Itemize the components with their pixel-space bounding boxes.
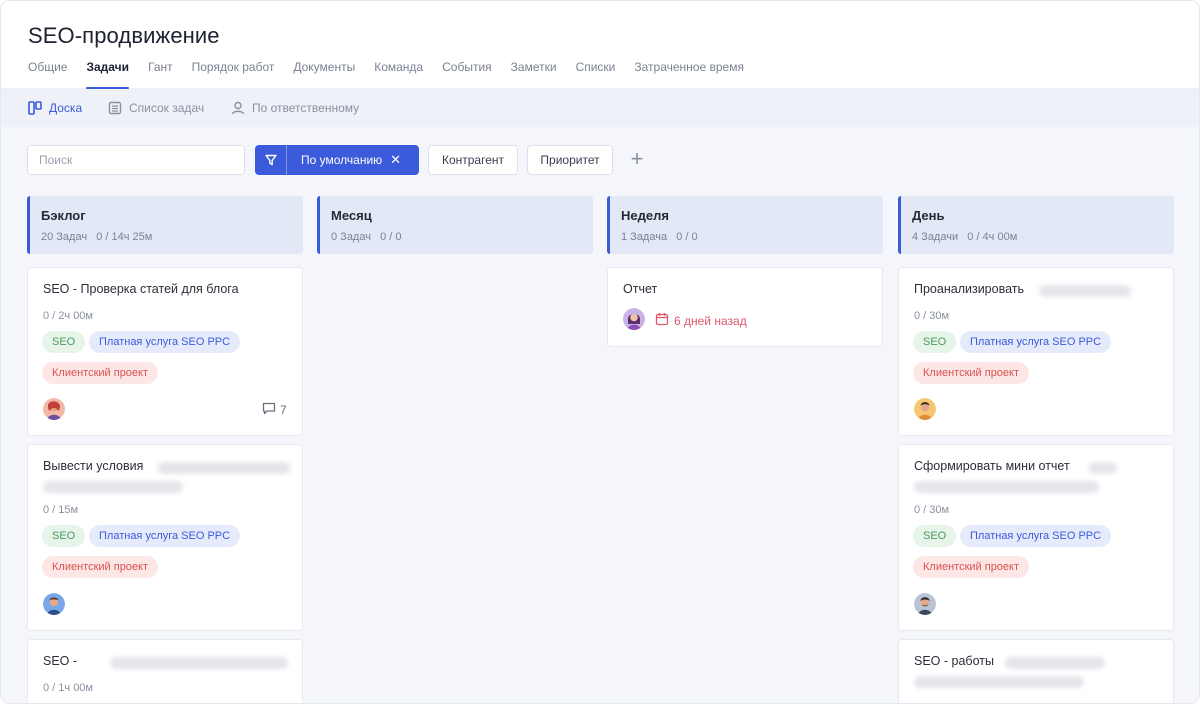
tab-time-spent[interactable]: Затраченное время (634, 57, 744, 89)
due-date-label: 6 дней назад (674, 313, 747, 328)
task-title: SEO - работы (914, 654, 994, 668)
task-title: Проанализировать (914, 282, 1025, 296)
task-time: 0 / 1ч 00м (43, 682, 93, 694)
tag-paid-service: Платная услуга SEO PPC (960, 525, 1112, 547)
comment-count[interactable]: 7 (262, 402, 287, 418)
tab-tasks[interactable]: Задачи (86, 57, 129, 89)
task-title: Сформировать мини отчет (914, 459, 1070, 473)
blurred-text (110, 657, 288, 669)
view-board-label: Доска (49, 101, 83, 115)
comment-icon (262, 402, 276, 418)
tag-paid-service: Платная услуга SEO PPC (89, 331, 241, 353)
plus-icon[interactable]: + (626, 148, 648, 171)
task-card[interactable]: SEO - 0 / 1ч 00м (27, 639, 303, 703)
column-header-backlog[interactable]: Бэклог 20 Задач 0 / 14ч 25м (27, 196, 303, 254)
blurred-text (158, 462, 290, 474)
task-card[interactable]: Сформировать мини отчет 0 / 30м SEO Плат… (898, 444, 1174, 631)
filter-icon (255, 145, 287, 175)
default-filter-label: По умолчанию (301, 153, 383, 167)
column-stats: 0 Задач 0 / 0 (331, 231, 402, 243)
column-stats: 20 Задач 0 / 14ч 25м (41, 231, 153, 243)
blurred-text (1005, 657, 1105, 669)
task-time: 0 / 30м (914, 310, 950, 322)
task-time: 0 / 30м (914, 504, 950, 516)
comment-count-value: 7 (280, 403, 287, 417)
blurred-text (914, 481, 1099, 493)
column-header-month[interactable]: Месяц 0 Задач 0 / 0 (317, 196, 593, 254)
tab-documents[interactable]: Документы (293, 57, 355, 89)
tag-client-project: Клиентский проект (913, 556, 1030, 578)
column-title: Месяц (331, 208, 372, 223)
tag-seo: SEO (913, 525, 957, 547)
tag-paid-service: Платная услуга SEO PPC (89, 525, 241, 547)
counterparty-filter-button[interactable]: Контрагент (428, 145, 518, 175)
board-icon (28, 101, 42, 115)
tab-lists[interactable]: Списки (576, 57, 616, 89)
close-icon[interactable]: ✕ (390, 152, 401, 168)
avatar[interactable] (43, 398, 65, 420)
task-card[interactable]: SEO - работы (898, 639, 1174, 703)
column-header-day[interactable]: День 4 Задачи 0 / 4ч 00м (898, 196, 1174, 254)
task-time: 0 / 2ч 00м (43, 310, 93, 322)
tab-notes[interactable]: Заметки (511, 57, 557, 89)
view-by-assignee[interactable]: По ответственному (231, 89, 359, 127)
avatar[interactable] (623, 308, 645, 330)
project-tabs: Общие Задачи Гант Порядок работ Документ… (28, 57, 763, 89)
task-card[interactable]: SEO - Проверка статей для блога 0 / 2ч 0… (27, 267, 303, 436)
task-title: SEO - Проверка статей для блога (43, 282, 239, 296)
tag-paid-service: Платная услуга SEO PPC (960, 331, 1112, 353)
column-header-week[interactable]: Неделя 1 Задача 0 / 0 (607, 196, 883, 254)
project-header: SEO-продвижение Общие Задачи Гант Порядо… (1, 1, 1199, 89)
tab-gantt[interactable]: Гант (148, 57, 173, 89)
tab-team[interactable]: Команда (374, 57, 423, 89)
blurred-text (43, 481, 183, 493)
task-title: SEO - (43, 654, 78, 668)
column-stats: 4 Задачи 0 / 4ч 00м (912, 231, 1018, 243)
avatar[interactable] (914, 593, 936, 615)
person-icon (231, 101, 245, 115)
page-title: SEO-продвижение (28, 23, 220, 48)
view-board[interactable]: Доска (28, 89, 82, 127)
search-input[interactable]: Поиск (27, 145, 245, 175)
blurred-text (914, 676, 1084, 688)
tag-seo: SEO (42, 525, 86, 547)
column-title: Бэклог (41, 208, 86, 223)
task-time: 0 / 15м (43, 504, 79, 516)
default-filter-button[interactable]: По умолчанию ✕ (255, 145, 419, 175)
tag-client-project: Клиентский проект (42, 362, 159, 384)
due-date: 6 дней назад (655, 312, 747, 329)
tab-workflow[interactable]: Порядок работ (192, 57, 275, 89)
tab-general[interactable]: Общие (28, 57, 67, 89)
view-switcher: Доска Список задач По ответственному (1, 89, 1199, 127)
tag-seo: SEO (42, 331, 86, 353)
blurred-text (1039, 285, 1131, 297)
view-list-label: Список задач (129, 101, 205, 115)
view-by-assignee-label: По ответственному (252, 101, 360, 115)
column-stats: 1 Задача 0 / 0 (621, 231, 698, 243)
task-card[interactable]: Отчет 6 дней назад (607, 267, 883, 347)
view-list[interactable]: Список задач (108, 89, 204, 127)
task-title: Отчет (623, 282, 658, 296)
task-card[interactable]: Вывести условия 0 / 15м SEO Платная услу… (27, 444, 303, 631)
tag-seo: SEO (913, 331, 957, 353)
column-title: Неделя (621, 208, 669, 223)
avatar[interactable] (43, 593, 65, 615)
column-title: День (912, 208, 945, 223)
calendar-icon (655, 312, 669, 329)
task-card[interactable]: Проанализировать 0 / 30м SEO Платная усл… (898, 267, 1174, 436)
tag-client-project: Клиентский проект (913, 362, 1030, 384)
tag-client-project: Клиентский проект (42, 556, 159, 578)
task-title: Вывести условия (43, 459, 144, 473)
blurred-text (1089, 462, 1117, 474)
app-frame: SEO-продвижение Общие Задачи Гант Порядо… (0, 0, 1200, 704)
list-icon (108, 101, 122, 115)
avatar[interactable] (914, 398, 936, 420)
tab-events[interactable]: События (442, 57, 492, 89)
priority-filter-button[interactable]: Приоритет (527, 145, 613, 175)
